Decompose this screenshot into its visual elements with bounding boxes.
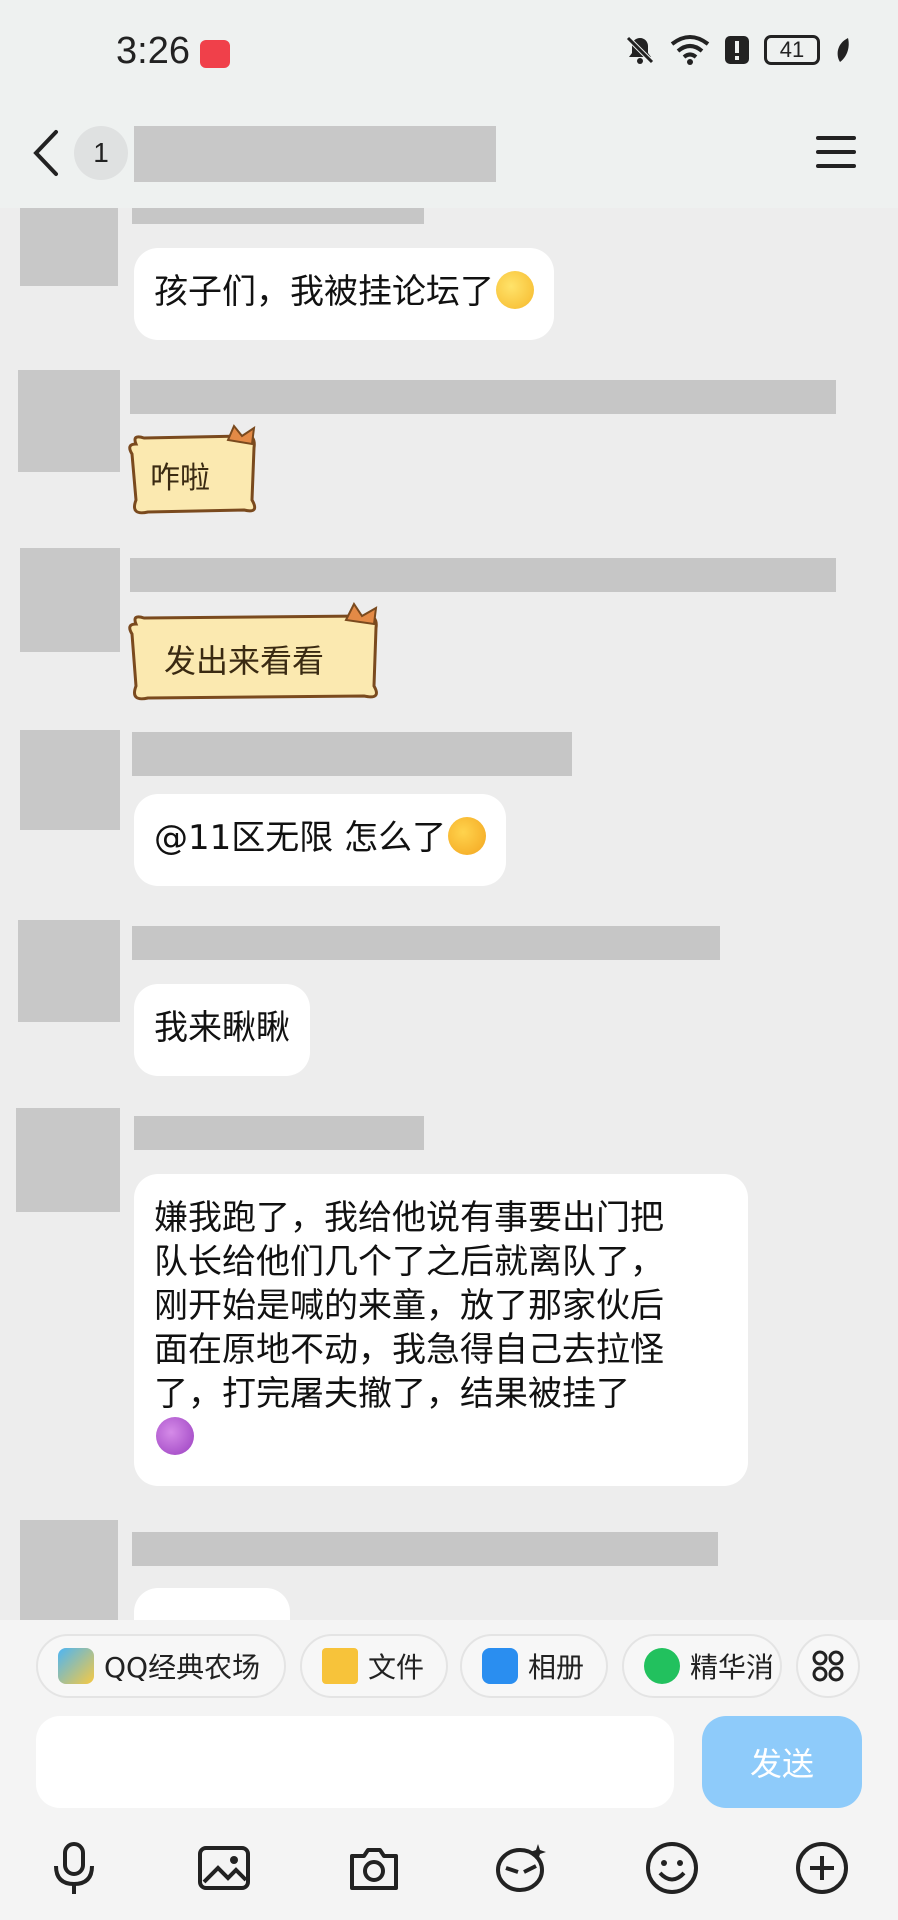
unread-badge[interactable]: 1	[74, 126, 128, 180]
sender-name-redacted	[132, 208, 424, 224]
leaf-icon	[837, 38, 849, 62]
grid-icon	[812, 1650, 844, 1682]
sender-name-redacted	[132, 1532, 718, 1566]
message-bubble[interactable]: 嫌我跑了，我给他说有事要出门把 队长给他们几个了之后就离队了， 刚开始是喊的来童…	[134, 1174, 748, 1486]
avatar[interactable]	[20, 1520, 118, 1620]
status-time: 3:26	[116, 30, 190, 72]
message-line: 了，打完屠夫撤了，结果被挂了	[154, 1374, 630, 1414]
chip-label: 文件	[368, 1651, 425, 1684]
chip-album[interactable]: 相册	[460, 1634, 608, 1698]
message-line: 面在原地不动，我急得自己去拉怪	[154, 1330, 664, 1370]
purple-grimace-icon	[156, 1417, 194, 1455]
menu-icon[interactable]	[814, 132, 858, 172]
chip-file[interactable]: 文件	[300, 1634, 448, 1698]
sender-name-redacted	[132, 732, 572, 776]
avatar[interactable]	[20, 548, 120, 652]
cat-sticker[interactable]: 发出来看看	[124, 602, 394, 712]
sticker-text: 咋啦	[150, 461, 210, 496]
back-arrow-icon[interactable]	[28, 128, 64, 178]
message-bubble[interactable]: 我来瞅瞅	[134, 984, 310, 1076]
mute-bell-icon	[626, 36, 654, 64]
image-icon[interactable]	[194, 1838, 254, 1898]
star-badge-icon	[644, 1648, 680, 1684]
status-icons: 41	[624, 34, 852, 66]
battery-indicator: 41	[764, 35, 820, 65]
message-bubble[interactable]: 孩子们，我被挂论坛了	[134, 248, 554, 340]
composer: 发送	[0, 1710, 898, 1820]
message-input[interactable]	[36, 1716, 674, 1808]
message-line: 刚开始是喊的来童，放了那家伙后	[154, 1286, 664, 1326]
chip-qq-farm[interactable]: QQ经典农场	[36, 1634, 286, 1698]
chat-title-redacted	[134, 126, 496, 182]
thinking-face-icon	[496, 271, 534, 309]
cat-sticker[interactable]: 咋啦	[124, 424, 274, 524]
alert-icon	[725, 36, 749, 64]
bottom-toolbar	[0, 1820, 898, 1920]
avatar[interactable]	[18, 920, 120, 1022]
camera-icon[interactable]	[344, 1838, 404, 1898]
chip-essence[interactable]: 精华消	[622, 1634, 782, 1698]
photo-icon	[482, 1648, 518, 1684]
avatar[interactable]	[18, 370, 120, 472]
quick-actions-bar: QQ经典农场 文件 相册 精华消	[0, 1620, 898, 1710]
message-text: @11区无限 怎么了	[154, 818, 447, 858]
plus-icon[interactable]	[792, 1838, 852, 1898]
chat-message-list[interactable]: 孩子们，我被挂论坛了 咋啦 发出来看看 @11区无限 怎么了 我来瞅瞅 嫌我跑了…	[0, 208, 898, 1620]
message-line: 队长给他们几个了之后就离队了，	[154, 1242, 664, 1282]
sender-name-redacted	[130, 380, 836, 414]
sender-name-redacted	[130, 558, 836, 592]
send-button[interactable]: 发送	[702, 1716, 862, 1808]
message-bubble[interactable]: @11区无限 怎么了	[134, 794, 507, 886]
top-bar: 3:26 41 1	[0, 0, 898, 208]
sender-name-redacted	[134, 1116, 424, 1150]
sticker-text: 发出来看看	[164, 642, 324, 680]
folder-icon	[322, 1648, 358, 1684]
farm-app-icon	[58, 1648, 94, 1684]
more-apps-button[interactable]	[796, 1634, 860, 1698]
avatar[interactable]	[16, 1108, 120, 1212]
chip-label: 精华消	[690, 1651, 775, 1684]
chip-label: 相册	[528, 1651, 585, 1684]
wifi-icon	[670, 35, 710, 65]
message-line: 嫌我跑了，我给他说有事要出门把	[154, 1198, 664, 1238]
emoji-icon[interactable]	[642, 1838, 702, 1898]
avatar[interactable]	[20, 730, 120, 830]
message-text: 孩子们，我被挂论坛了	[154, 272, 494, 312]
microphone-icon[interactable]	[44, 1838, 104, 1898]
chip-label: QQ经典农场	[104, 1651, 261, 1684]
notification-app-icon	[200, 40, 230, 68]
flushed-face-icon	[448, 817, 487, 855]
sticker-icon[interactable]	[492, 1838, 552, 1898]
message-bubble[interactable]	[134, 1588, 290, 1620]
message-text: 我来瞅瞅	[154, 1008, 290, 1048]
avatar[interactable]	[20, 208, 118, 286]
sender-name-redacted	[132, 926, 720, 960]
